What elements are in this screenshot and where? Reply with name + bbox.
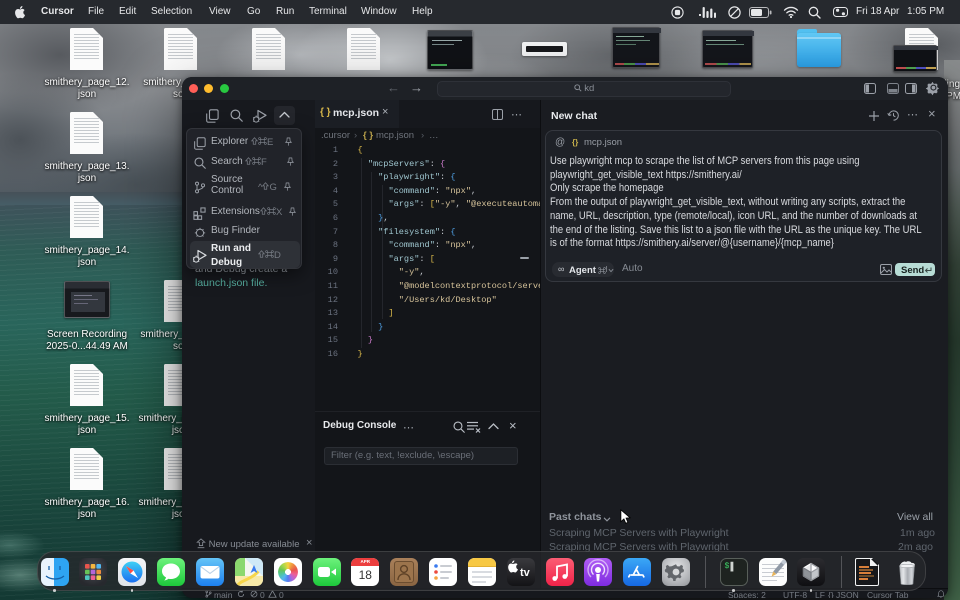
svg-text:tv: tv bbox=[520, 567, 531, 579]
